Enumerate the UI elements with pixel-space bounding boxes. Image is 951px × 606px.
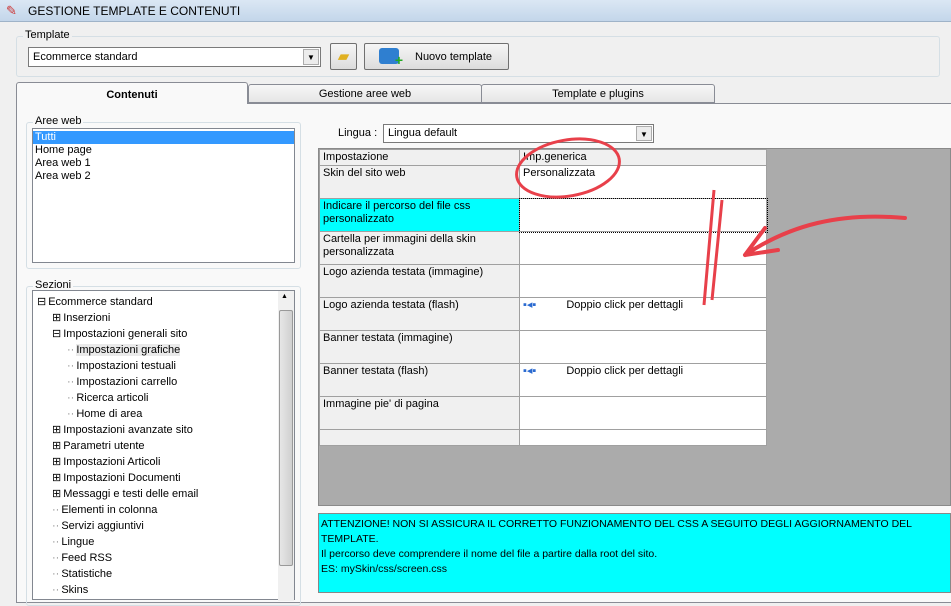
red-annotations — [515, 137, 907, 306]
annotation-arrow — [743, 214, 907, 257]
annotation-ellipse — [515, 137, 621, 199]
annotation-lines — [702, 189, 724, 306]
